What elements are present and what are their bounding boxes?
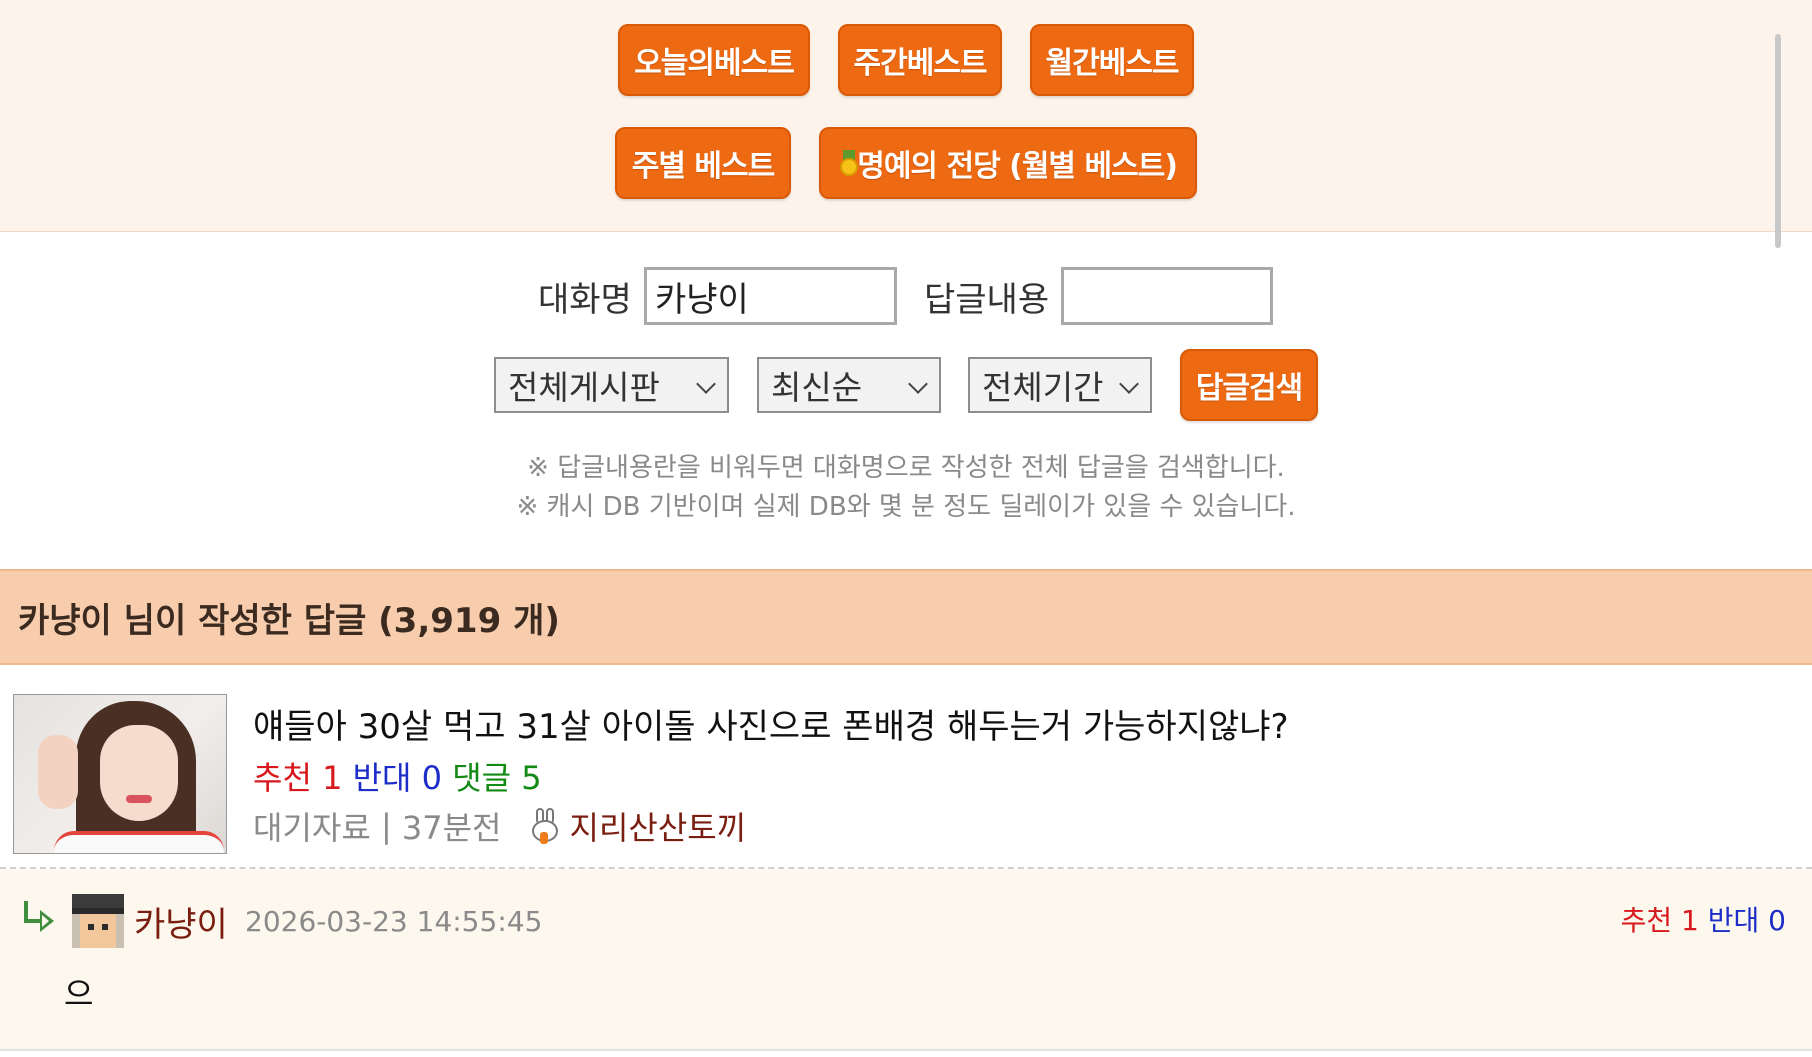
oppose-count: 0 [421,759,443,797]
board-select-value: 전체게시판 [508,368,660,407]
comment-count: 5 [521,759,542,797]
period-select-value: 전체기간 [982,368,1104,407]
reply-date: 2026-03-23 14:55:45 [245,905,543,938]
result-header: 카냥이 님이 작성한 답글 (3,919 개) [0,569,1812,665]
search-note-2: ※ 캐시 DB 기반이며 실제 DB와 몇 분 정도 딜레이가 있을 수 있습니… [516,492,1296,522]
hall-of-fame-button[interactable]: 명예의 전당 (월별 베스트) [819,127,1197,199]
order-select-value: 최신순 [771,368,863,407]
weekly-best-label: 주간베스트 [853,46,988,81]
comment-label: 댓글 [452,759,512,797]
reply-votes: 추천 1 반대 0 [1621,899,1786,939]
search-note-1: ※ 답글내용란을 비워두면 대화명으로 작성한 전체 답글을 검색합니다. [527,453,1285,483]
per-week-best-button[interactable]: 주별 베스트 [615,127,791,199]
per-week-best-label: 주별 베스트 [631,149,775,184]
chevron-down-icon [696,374,716,394]
oppose-label: 반대 [352,759,412,797]
nickname-input[interactable]: 카냥이 [644,267,897,325]
today-best-label: 오늘의베스트 [634,46,795,81]
post-title[interactable]: 얘들아 30살 먹고 31살 아이돌 사진으로 폰배경 해두는거 가능하지않냐? [253,699,1289,748]
best-row-2: 주별 베스트 명예의 전당 (월별 베스트) [0,127,1812,199]
post-meta: 대기자료 | 37분전 지리산산토끼 [253,803,746,849]
reply-search-button[interactable]: 답글검색 [1180,349,1318,421]
reply-recommend-label: 추천 [1620,904,1673,937]
reply-search-label: 답글검색 [1195,371,1303,406]
weekly-best-button[interactable]: 주간베스트 [838,24,1002,96]
post-board: 대기자료 [253,809,371,847]
content-input[interactable] [1061,267,1273,325]
nickname-label: 대화명 [538,280,632,320]
scrollbar-thumb[interactable] [1775,34,1781,248]
post-thumbnail[interactable] [13,694,227,854]
result-header-title: 카냥이 님이 작성한 답글 (3,919 개) [18,600,560,641]
recommend-label: 추천 [253,759,312,797]
monthly-best-button[interactable]: 월간베스트 [1030,24,1194,96]
divider [0,1049,1812,1051]
reply-oppose-label: 반대 [1707,904,1760,937]
today-best-button[interactable]: 오늘의베스트 [618,24,810,96]
period-select[interactable]: 전체기간 [968,357,1152,413]
post-time: 37분전 [401,809,502,847]
reply-body: 으 [64,975,94,1013]
hall-of-fame-label: 명예의 전당 (월별 베스트) [857,149,1178,184]
best-row-1: 오늘의베스트 주간베스트 월간베스트 [0,24,1812,96]
rabbit-icon [530,808,560,844]
reply-author[interactable]: 카냥이 [134,897,228,946]
reply-recommend-count: 1 [1681,904,1699,937]
monthly-best-label: 월간베스트 [1045,46,1180,81]
content-label: 답글내용 [924,280,1050,320]
post-author[interactable]: 지리산산토끼 [570,803,747,849]
avatar[interactable] [72,894,124,948]
reply-item: 카냥이 2026-03-23 14:55:45 추천 1 반대 0 으 [0,869,1812,1049]
post-stats: 추천 1 반대 0 댓글 5 [253,753,542,799]
reply-oppose-count: 0 [1768,904,1786,937]
meta-separator: | [380,807,392,845]
medal-icon [839,150,858,176]
best-navigation: 오늘의베스트 주간베스트 월간베스트 주별 베스트 명예의 전당 (월별 베스트… [0,0,1812,232]
reply-arrow-icon [24,901,58,932]
chevron-down-icon [1119,374,1139,394]
order-select[interactable]: 최신순 [757,357,941,413]
post-item[interactable]: 얘들아 30살 먹고 31살 아이돌 사진으로 폰배경 해두는거 가능하지않냐?… [0,667,1812,867]
board-select[interactable]: 전체게시판 [494,357,729,413]
recommend-count: 1 [322,759,343,797]
chevron-down-icon [908,374,928,394]
